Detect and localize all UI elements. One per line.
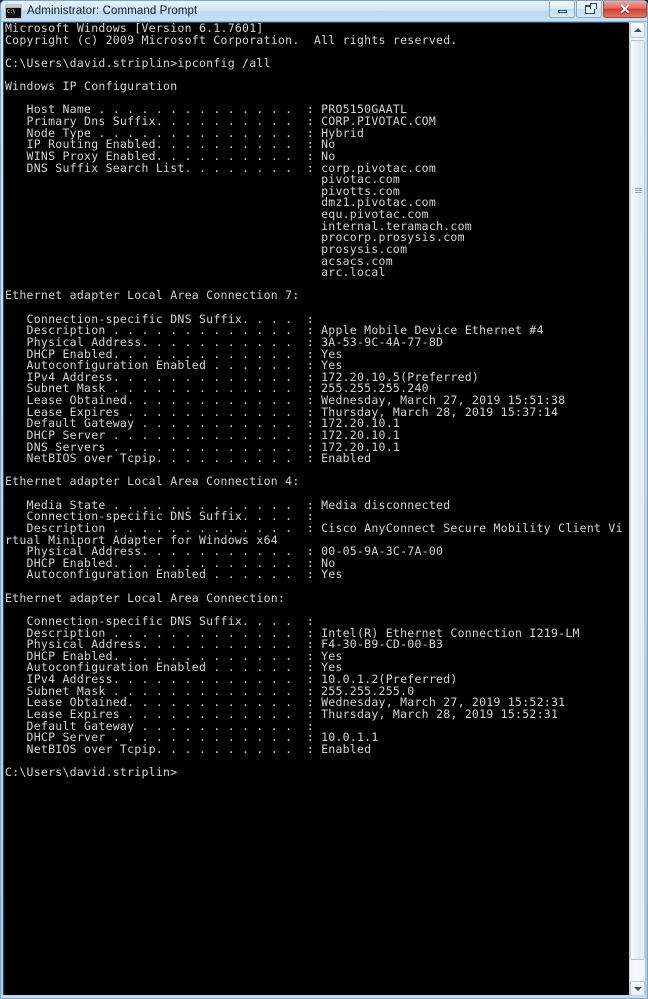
command-prompt-window: Administrator: Command Prompt ✕ Microsof…	[0, 0, 648, 999]
scroll-up-arrow[interactable]	[630, 22, 645, 38]
chevron-up-icon	[633, 28, 642, 32]
scrollbar-thumb[interactable]	[630, 40, 645, 960]
chevron-down-icon	[633, 987, 642, 991]
scrollbar-grip-icon	[635, 188, 642, 195]
console-text: Microsoft Windows [Version 6.1.7601] Cop…	[5, 22, 623, 779]
minimize-button[interactable]	[549, 1, 575, 18]
minimize-icon	[558, 10, 567, 13]
command-prompt-icon	[5, 3, 22, 19]
window-bottom-edge	[1, 995, 647, 998]
maximize-button[interactable]	[576, 1, 602, 18]
close-icon: ✕	[619, 0, 631, 17]
console-output-area[interactable]: Microsoft Windows [Version 6.1.7601] Cop…	[3, 22, 630, 997]
window-title: Administrator: Command Prompt	[27, 5, 198, 17]
window-controls: ✕	[548, 1, 647, 20]
close-button[interactable]: ✕	[603, 1, 647, 18]
window-titlebar[interactable]: Administrator: Command Prompt ✕	[1, 1, 647, 22]
restore-icon	[585, 3, 597, 14]
console-scrollbar[interactable]	[629, 22, 645, 997]
